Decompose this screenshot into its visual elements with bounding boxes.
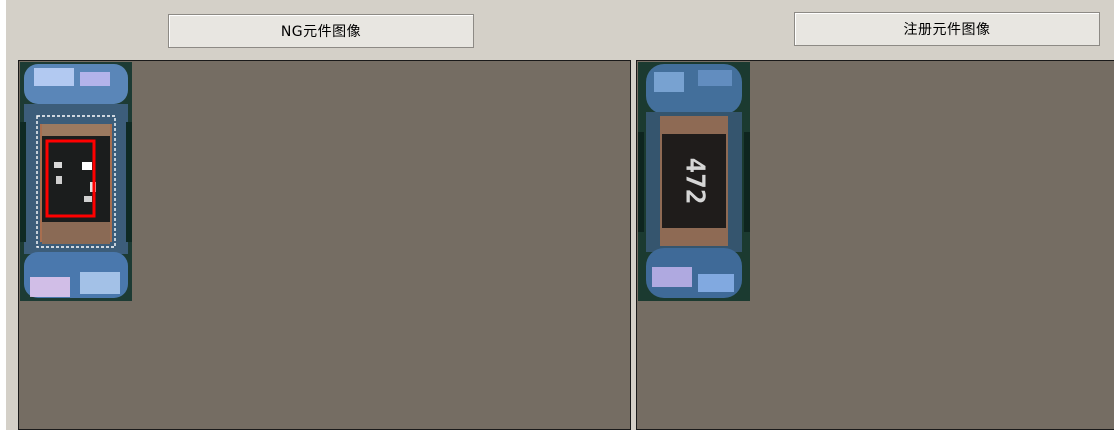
ng-image-view[interactable] [18,60,631,430]
registered-image-view[interactable]: 472 [636,60,1114,430]
component-marking-text: 472 [680,158,710,205]
ng-component-image [20,62,132,301]
registered-image-label: 注册元件图像 [794,12,1100,46]
ng-image-label: NG元件图像 [168,14,474,48]
registered-component-image: 472 [638,62,750,301]
inspection-window: NG元件图像 注册元件图像 472 [0,0,1114,430]
left-edge-strip [0,0,6,430]
